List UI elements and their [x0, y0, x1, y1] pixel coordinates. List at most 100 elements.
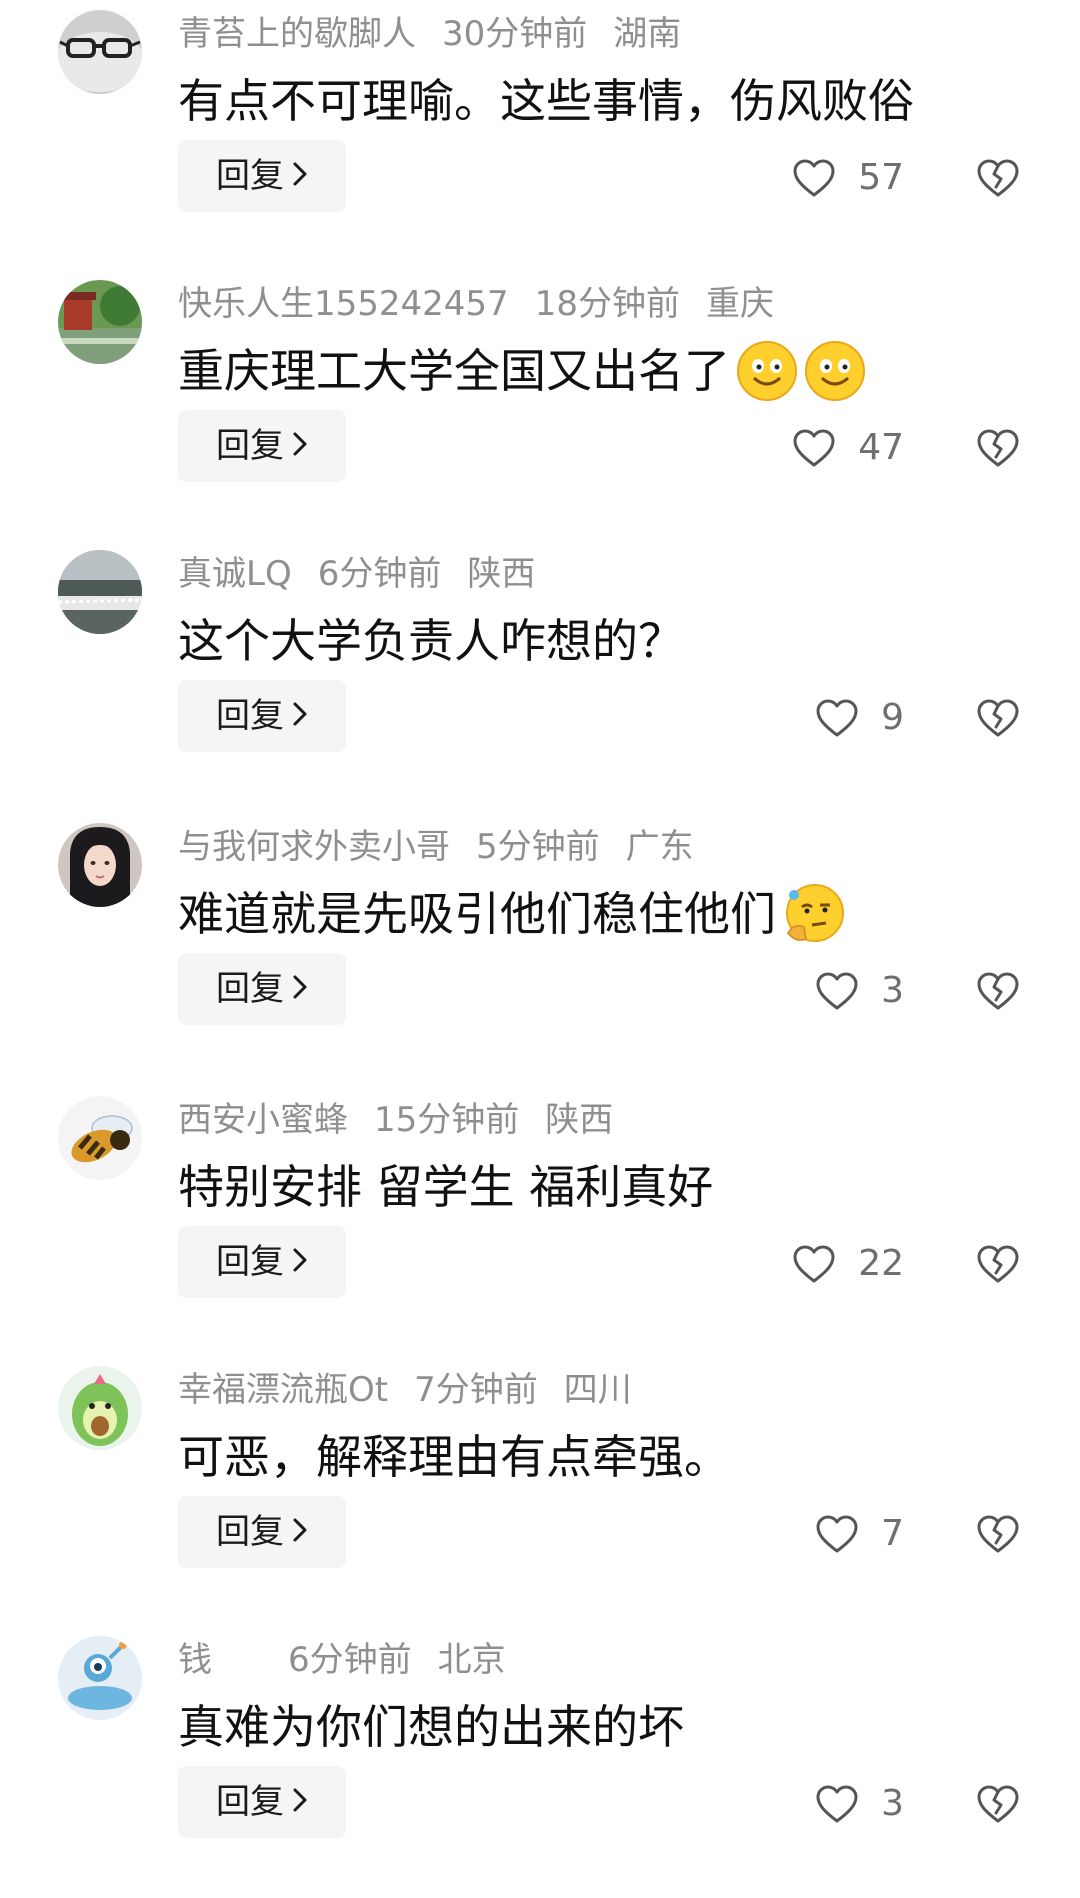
reply-button[interactable]: 回复	[178, 953, 346, 1025]
smile-emoji	[804, 340, 866, 402]
username[interactable]: 真诚LQ	[178, 552, 292, 596]
like-button[interactable]: 57	[792, 156, 904, 200]
broken-heart-icon[interactable]	[976, 1784, 1020, 1824]
heart-icon	[815, 1514, 859, 1554]
reply-button[interactable]: 回复	[178, 1226, 346, 1298]
reply-label: 回复	[216, 1242, 284, 1282]
like-count: 22	[858, 1243, 904, 1284]
like-button[interactable]: 3	[815, 969, 904, 1013]
reply-label: 回复	[216, 696, 284, 736]
like-count: 7	[881, 1513, 904, 1554]
reply-label: 回复	[216, 426, 284, 466]
heart-icon	[815, 1784, 859, 1824]
chevron-right-icon	[292, 680, 308, 752]
comment-text-body: 真难为你们想的出来的坏	[178, 1700, 684, 1754]
reply-label: 回复	[216, 1512, 284, 1552]
comment-item: 青苔上的歇脚人 30分钟前 湖南 有点不可理喻。这些事情，伤风败俗 回复 57	[0, 2, 1080, 272]
username[interactable]: 与我何求外卖小哥	[178, 825, 450, 869]
comment-meta: 钱 6分钟前 北京	[178, 1638, 506, 1682]
like-button[interactable]: 47	[792, 426, 904, 470]
like-count: 9	[881, 697, 904, 738]
comment-meta: 幸福漂流瓶Ot 7分钟前 四川	[178, 1368, 632, 1412]
comment-item: 幸福漂流瓶Ot 7分钟前 四川可恶，解释理由有点牵强。回复 7	[0, 1358, 1080, 1628]
comment-item: 快乐人生155242457 18分钟前 重庆重庆理工大学全国又出名了回复 47	[0, 272, 1080, 542]
comment-text-body: 这个大学负责人咋想的？	[178, 614, 684, 668]
like-button[interactable]: 7	[815, 1512, 904, 1556]
comment-text: 这个大学负责人咋想的？	[178, 610, 684, 672]
reply-label: 回复	[216, 1782, 284, 1822]
comment-meta: 真诚LQ 6分钟前 陕西	[178, 552, 535, 596]
garden-avatar[interactable]	[58, 280, 142, 364]
avocado-avatar[interactable]	[58, 1366, 142, 1450]
like-button[interactable]: 9	[815, 696, 904, 740]
comment-item: 与我何求外卖小哥 5分钟前 广东难道就是先吸引他们稳住他们回复 3	[0, 815, 1080, 1085]
chevron-right-icon	[292, 1226, 308, 1298]
location: 北京	[437, 1640, 506, 1680]
comment-meta: 快乐人生155242457 18分钟前 重庆	[178, 282, 774, 326]
username[interactable]: 西安小蜜蜂	[178, 1098, 348, 1142]
reply-button[interactable]: 回复	[178, 410, 346, 482]
broken-heart-icon[interactable]	[976, 698, 1020, 738]
username[interactable]: 幸福漂流瓶Ot	[178, 1368, 388, 1412]
comment-text: 重庆理工大学全国又出名了	[178, 340, 866, 402]
comment-item: 西安小蜜蜂 15分钟前 陕西 特别安排 留学生 福利真好 回复 22	[0, 1088, 1080, 1358]
comment-text-body: 重庆理工大学全国又出名了	[178, 344, 730, 398]
thinking-emoji	[782, 883, 844, 945]
comment-text: 可恶，解释理由有点牵强。	[178, 1426, 730, 1488]
timestamp: 18分钟前	[534, 284, 680, 324]
timestamp: 7分钟前	[414, 1370, 538, 1410]
reply-button[interactable]: 回复	[178, 1496, 346, 1568]
location: 陕西	[467, 554, 536, 594]
username[interactable]: 快乐人生155242457	[178, 282, 509, 326]
chevron-right-icon	[292, 410, 308, 482]
comment-text: 有点不可理喻。这些事情，伤风败俗	[178, 70, 914, 132]
smile-emoji	[736, 340, 798, 402]
broken-heart-icon[interactable]	[976, 428, 1020, 468]
location: 重庆	[705, 284, 774, 324]
like-count: 57	[858, 157, 904, 198]
chevron-right-icon	[292, 1496, 308, 1568]
reply-label: 回复	[216, 969, 284, 1009]
broken-heart-icon[interactable]	[976, 971, 1020, 1011]
timestamp: 5分钟前	[476, 827, 600, 867]
like-count: 47	[858, 427, 904, 468]
like-button[interactable]: 22	[792, 1242, 904, 1286]
like-count: 3	[881, 1783, 904, 1824]
like-count: 3	[881, 970, 904, 1011]
comment-text: 特别安排 留学生 福利真好	[178, 1156, 713, 1218]
chevron-right-icon	[292, 140, 308, 212]
broken-heart-icon[interactable]	[976, 1514, 1020, 1554]
comment-text-body: 有点不可理喻。这些事情，伤风败俗	[178, 74, 914, 128]
location: 四川	[563, 1370, 632, 1410]
chevron-right-icon	[292, 1766, 308, 1838]
broken-heart-icon[interactable]	[976, 158, 1020, 198]
comment-item: 钱 6分钟前 北京真难为你们想的出来的坏回复 3	[0, 1628, 1080, 1898]
broken-heart-icon[interactable]	[976, 1244, 1020, 1284]
like-button[interactable]: 3	[815, 1782, 904, 1826]
comment-meta: 青苔上的歇脚人 30分钟前 湖南	[178, 12, 681, 56]
heart-icon	[792, 1244, 836, 1284]
comment-text-body: 特别安排 留学生 福利真好	[178, 1160, 714, 1214]
alien-avatar[interactable]	[58, 1636, 142, 1720]
bee-avatar[interactable]	[58, 1096, 142, 1180]
timestamp: 15分钟前	[374, 1100, 520, 1140]
glasses-avatar[interactable]	[58, 10, 142, 94]
comment-text: 难道就是先吸引他们稳住他们	[178, 883, 844, 945]
reply-button[interactable]: 回复	[178, 140, 346, 212]
landscape-avatar[interactable]	[58, 550, 142, 634]
reply-label: 回复	[216, 156, 284, 196]
username[interactable]: 青苔上的歇脚人	[178, 12, 416, 56]
comment-text: 真难为你们想的出来的坏	[178, 1696, 684, 1758]
timestamp: 30分钟前	[442, 14, 588, 54]
comment-item: 真诚LQ 6分钟前 陕西这个大学负责人咋想的？ 回复 9	[0, 542, 1080, 812]
reply-button[interactable]: 回复	[178, 1766, 346, 1838]
location: 广东	[625, 827, 694, 867]
timestamp: 6分钟前	[317, 554, 442, 594]
heart-icon	[815, 698, 859, 738]
comment-text-body: 难道就是先吸引他们稳住他们	[178, 887, 776, 941]
username[interactable]: 钱	[178, 1638, 212, 1682]
heart-icon	[815, 971, 859, 1011]
woman-avatar[interactable]	[58, 823, 142, 907]
reply-button[interactable]: 回复	[178, 680, 346, 752]
heart-icon	[792, 428, 836, 468]
